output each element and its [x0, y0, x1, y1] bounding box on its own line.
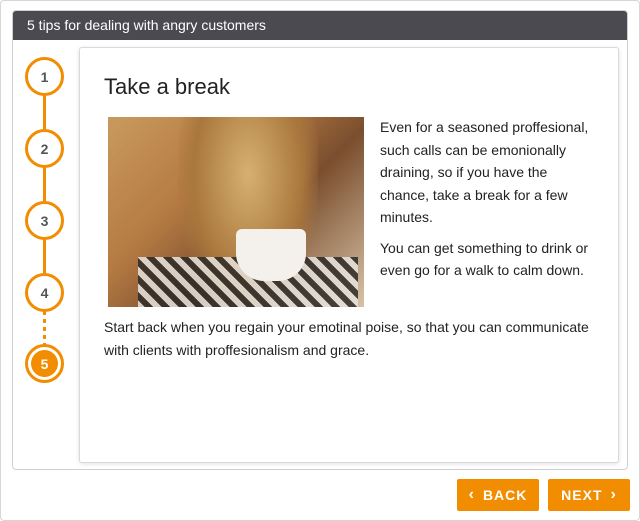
content-card: Take a break Even for a seasoned proffes…: [79, 47, 619, 463]
side-text-block: Even for a seasoned proffesional, such c…: [380, 116, 600, 282]
step-3-label: 3: [40, 212, 49, 229]
step-5-label: 5: [31, 350, 58, 377]
step-navigator: 1 2 3 4 5: [13, 40, 77, 469]
paragraph-2: You can get something to drink or even g…: [380, 239, 589, 279]
step-4-label: 4: [40, 284, 49, 301]
back-button[interactable]: ‹ BACK: [457, 479, 539, 511]
paragraph-3: Start back when you regain your emotinal…: [104, 319, 589, 358]
step-2[interactable]: 2: [25, 129, 64, 168]
paragraph-1: Even for a seasoned proffesional, such c…: [380, 119, 589, 225]
photo-cup-shape: [236, 229, 306, 281]
chevron-left-icon: ‹: [468, 486, 475, 503]
step-3[interactable]: 3: [25, 201, 64, 240]
step-connector-line: [43, 88, 46, 303]
lesson-panel: 5 tips for dealing with angry customers …: [12, 10, 628, 470]
next-button[interactable]: NEXT ›: [548, 479, 630, 511]
slide-heading: Take a break: [104, 74, 230, 99]
step-4[interactable]: 4: [25, 273, 64, 312]
step-1[interactable]: 1: [25, 57, 64, 96]
chevron-right-icon: ›: [610, 486, 617, 503]
step-5-current[interactable]: 5: [25, 344, 64, 383]
step-1-label: 1: [40, 68, 49, 85]
next-button-label: NEXT: [561, 487, 603, 503]
step-2-label: 2: [40, 140, 49, 157]
woman-drinking-coffee-image: [108, 117, 364, 307]
window-title: 5 tips for dealing with angry customers: [13, 11, 627, 40]
back-button-label: BACK: [482, 487, 528, 503]
